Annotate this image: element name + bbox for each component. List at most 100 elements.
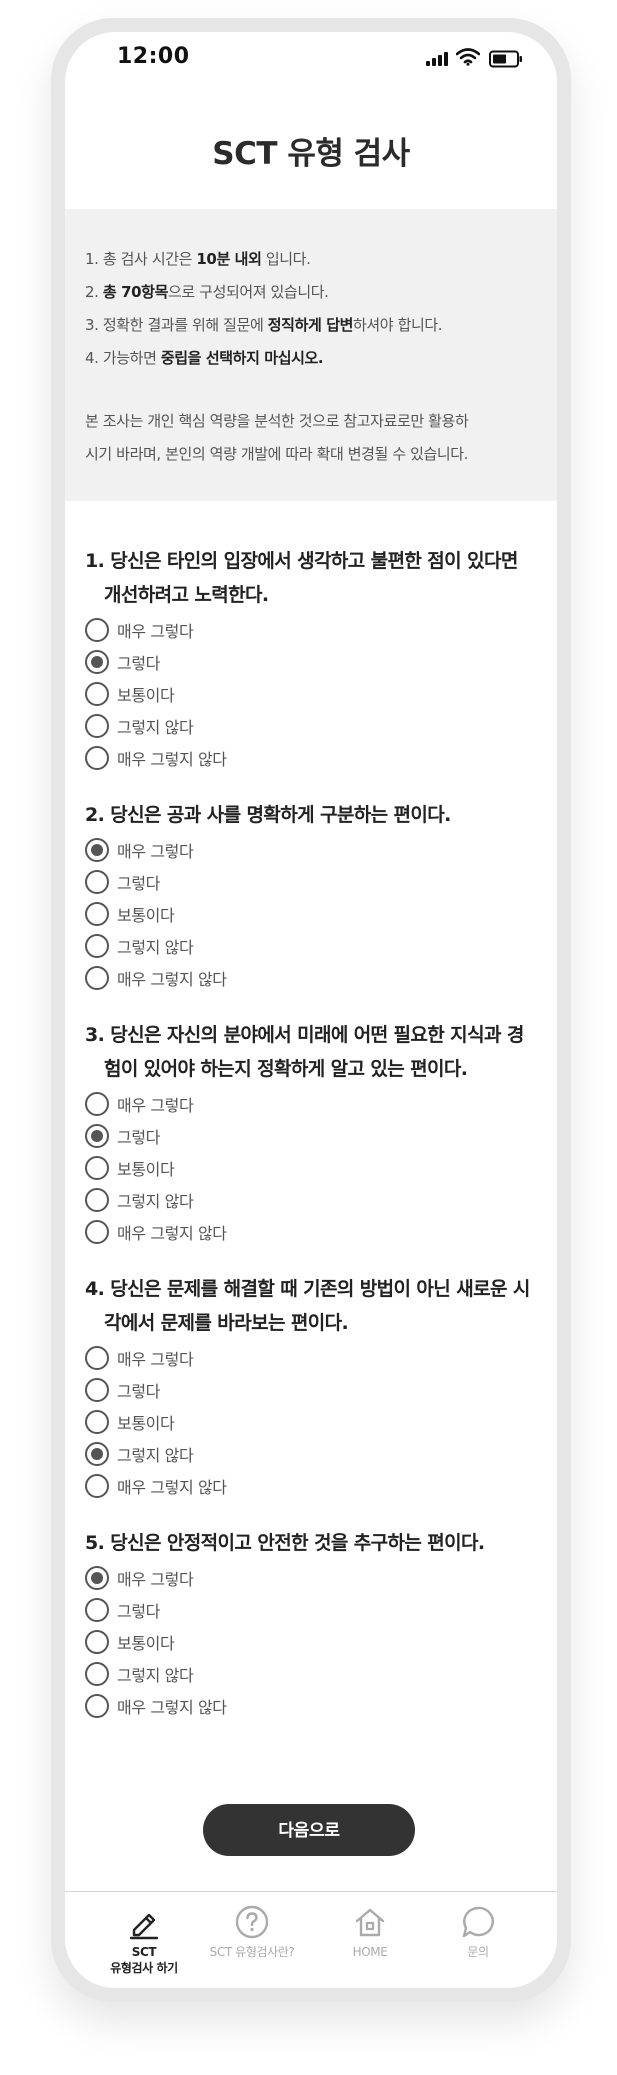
radio-unchecked[interactable] xyxy=(85,1662,109,1686)
radio-unchecked[interactable] xyxy=(85,1156,109,1180)
answer-option-label: 보통이다 xyxy=(117,1160,175,1179)
question-title: 1. 당신은 타인의 입장에서 생각하고 불편한 점이 있다면 개선하려고 노력… xyxy=(85,550,518,606)
answer-option-label: 매우 그렇지 않다 xyxy=(117,970,227,989)
radio-unchecked[interactable] xyxy=(85,934,109,958)
radio-unchecked[interactable] xyxy=(85,1694,109,1718)
radio-unchecked[interactable] xyxy=(85,618,109,642)
radio-checked[interactable] xyxy=(85,650,109,674)
battery-icon xyxy=(489,50,522,68)
answer-option-label: 그렇다 xyxy=(117,874,160,893)
radio-unchecked[interactable] xyxy=(85,714,109,738)
answer-option-label: 그렇지 않다 xyxy=(117,938,194,957)
answer-option[interactable]: 매우 그렇다 xyxy=(85,1342,537,1374)
answer-option[interactable]: 보통이다 xyxy=(85,678,537,710)
radio-checked[interactable] xyxy=(85,838,109,862)
answer-option[interactable]: 그렇지 않다 xyxy=(85,1184,537,1216)
question-block: 1. 당신은 타인의 입장에서 생각하고 불편한 점이 있다면 개선하려고 노력… xyxy=(85,544,537,774)
answer-option[interactable]: 매우 그렇다 xyxy=(85,834,537,866)
radio-checked[interactable] xyxy=(85,1124,109,1148)
survey-notice: 본 조사는 개인 핵심 역량을 분석한 것으로 참고자료로만 활용하 시기 바라… xyxy=(85,405,537,471)
answer-option[interactable]: 매우 그렇지 않다 xyxy=(85,1470,537,1502)
answer-option-label: 매우 그렇다 xyxy=(117,1096,194,1115)
instruction-text: 1. 총 검사 시간은 xyxy=(85,250,197,268)
question-block: 5. 당신은 안정적이고 안전한 것을 추구하는 편이다. 매우 그렇다 그렇다 보통… xyxy=(85,1526,537,1722)
answer-option[interactable]: 매우 그렇지 않다 xyxy=(85,1690,537,1722)
nav-item-home[interactable]: HOME xyxy=(315,1904,425,1960)
instruction-text: 하셔야 합니다. xyxy=(353,316,443,334)
radio-unchecked[interactable] xyxy=(85,1474,109,1498)
answer-option-label: 그렇지 않다 xyxy=(117,1446,194,1465)
instruction-text: 입니다. xyxy=(261,250,311,268)
answer-option[interactable]: 보통이다 xyxy=(85,898,537,930)
question-circle-icon xyxy=(235,1905,269,1939)
radio-unchecked[interactable] xyxy=(85,746,109,770)
answer-option[interactable]: 매우 그렇다 xyxy=(85,1562,537,1594)
radio-unchecked[interactable] xyxy=(85,1378,109,1402)
status-time: 12:00 xyxy=(117,44,190,69)
nav-label-line: SCT xyxy=(131,1945,157,1959)
question-title: 3. 당신은 자신의 분야에서 미래에 어떤 필요한 지식과 경험이 있어야 하… xyxy=(85,1024,524,1080)
phone-frame: 12:00 SCT 유형 검사 1. 총 검사 시간은 10분 내외 입니다. … xyxy=(51,18,571,2002)
answer-option[interactable]: 매우 그렇다 xyxy=(85,1088,537,1120)
nav-item-inquiry[interactable]: 문의 xyxy=(423,1904,533,1960)
nav-item-about-sct[interactable]: SCT 유형검사란? xyxy=(197,1904,307,1960)
nav-label: HOME xyxy=(352,1945,388,1959)
answer-option-label: 그렇지 않다 xyxy=(117,718,194,737)
radio-unchecked[interactable] xyxy=(85,682,109,706)
instruction-line: 3. 정확한 결과를 위해 질문에 정직하게 답변하셔야 합니다. xyxy=(85,309,537,342)
answer-option[interactable]: 보통이다 xyxy=(85,1626,537,1658)
status-bar: 12:00 xyxy=(65,32,557,92)
question-block: 4. 당신은 문제를 해결할 때 기존의 방법이 아닌 새로운 시각에서 문제를… xyxy=(85,1272,537,1502)
radio-unchecked[interactable] xyxy=(85,1092,109,1116)
answer-option[interactable]: 그렇다 xyxy=(85,866,537,898)
radio-unchecked[interactable] xyxy=(85,966,109,990)
answer-option[interactable]: 매우 그렇지 않다 xyxy=(85,962,537,994)
answer-option-label: 매우 그렇다 xyxy=(117,1570,194,1589)
answer-option[interactable]: 그렇다 xyxy=(85,1594,537,1626)
bottom-navigation: SCT 유형검사 하기 SCT 유형검사란? HOME 문의 xyxy=(65,1891,557,1988)
answer-option[interactable]: 보통이다 xyxy=(85,1406,537,1438)
answer-option-label: 보통이다 xyxy=(117,1414,175,1433)
answer-option-label: 매우 그렇다 xyxy=(117,1350,194,1369)
answer-option-label: 보통이다 xyxy=(117,906,175,925)
radio-unchecked[interactable] xyxy=(85,1598,109,1622)
next-button[interactable]: 다음으로 xyxy=(203,1804,415,1856)
radio-unchecked[interactable] xyxy=(85,1346,109,1370)
answer-option[interactable]: 그렇지 않다 xyxy=(85,710,537,742)
radio-unchecked[interactable] xyxy=(85,1630,109,1654)
radio-checked[interactable] xyxy=(85,1566,109,1590)
radio-unchecked[interactable] xyxy=(85,1410,109,1434)
answer-option-label: 그렇다 xyxy=(117,1382,160,1401)
nav-label: 문의 xyxy=(467,1945,489,1959)
answer-option[interactable]: 그렇다 xyxy=(85,1120,537,1152)
instruction-text: 으로 구성되어져 있습니다. xyxy=(168,283,329,301)
radio-unchecked[interactable] xyxy=(85,1188,109,1212)
answer-option[interactable]: 그렇지 않다 xyxy=(85,1658,537,1690)
question-block: 3. 당신은 자신의 분야에서 미래에 어떤 필요한 지식과 경험이 있어야 하… xyxy=(85,1018,537,1248)
wifi-icon xyxy=(456,48,480,66)
answer-option[interactable]: 그렇지 않다 xyxy=(85,930,537,962)
nav-item-sct-test[interactable]: SCT 유형검사 하기 xyxy=(89,1904,199,1976)
home-icon xyxy=(355,1908,385,1937)
answer-option[interactable]: 매우 그렇다 xyxy=(85,614,537,646)
answer-option[interactable]: 그렇다 xyxy=(85,646,537,678)
chat-bubble-icon xyxy=(462,1906,494,1938)
answer-option[interactable]: 보통이다 xyxy=(85,1152,537,1184)
answer-option[interactable]: 매우 그렇지 않다 xyxy=(85,1216,537,1248)
answer-option-label: 매우 그렇지 않다 xyxy=(117,1224,227,1243)
nav-label: SCT 유형검사란? xyxy=(209,1945,295,1959)
answer-option[interactable]: 매우 그렇지 않다 xyxy=(85,742,537,774)
answer-option-label: 그렇다 xyxy=(117,1128,160,1147)
instruction-line: 4. 가능하면 중립을 선택하지 마십시오. xyxy=(85,342,537,375)
answer-option[interactable]: 그렇다 xyxy=(85,1374,537,1406)
answer-option[interactable]: 그렇지 않다 xyxy=(85,1438,537,1470)
radio-unchecked[interactable] xyxy=(85,902,109,926)
radio-checked[interactable] xyxy=(85,1442,109,1466)
radio-unchecked[interactable] xyxy=(85,870,109,894)
instruction-line: 1. 총 검사 시간은 10분 내외 입니다. xyxy=(85,243,537,276)
radio-unchecked[interactable] xyxy=(85,1220,109,1244)
phone-screen: 12:00 SCT 유형 검사 1. 총 검사 시간은 10분 내외 입니다. … xyxy=(65,32,557,1988)
answer-option-label: 매우 그렇지 않다 xyxy=(117,1698,227,1717)
answer-option-label: 그렇다 xyxy=(117,1602,160,1621)
answer-option-label: 그렇다 xyxy=(117,654,160,673)
